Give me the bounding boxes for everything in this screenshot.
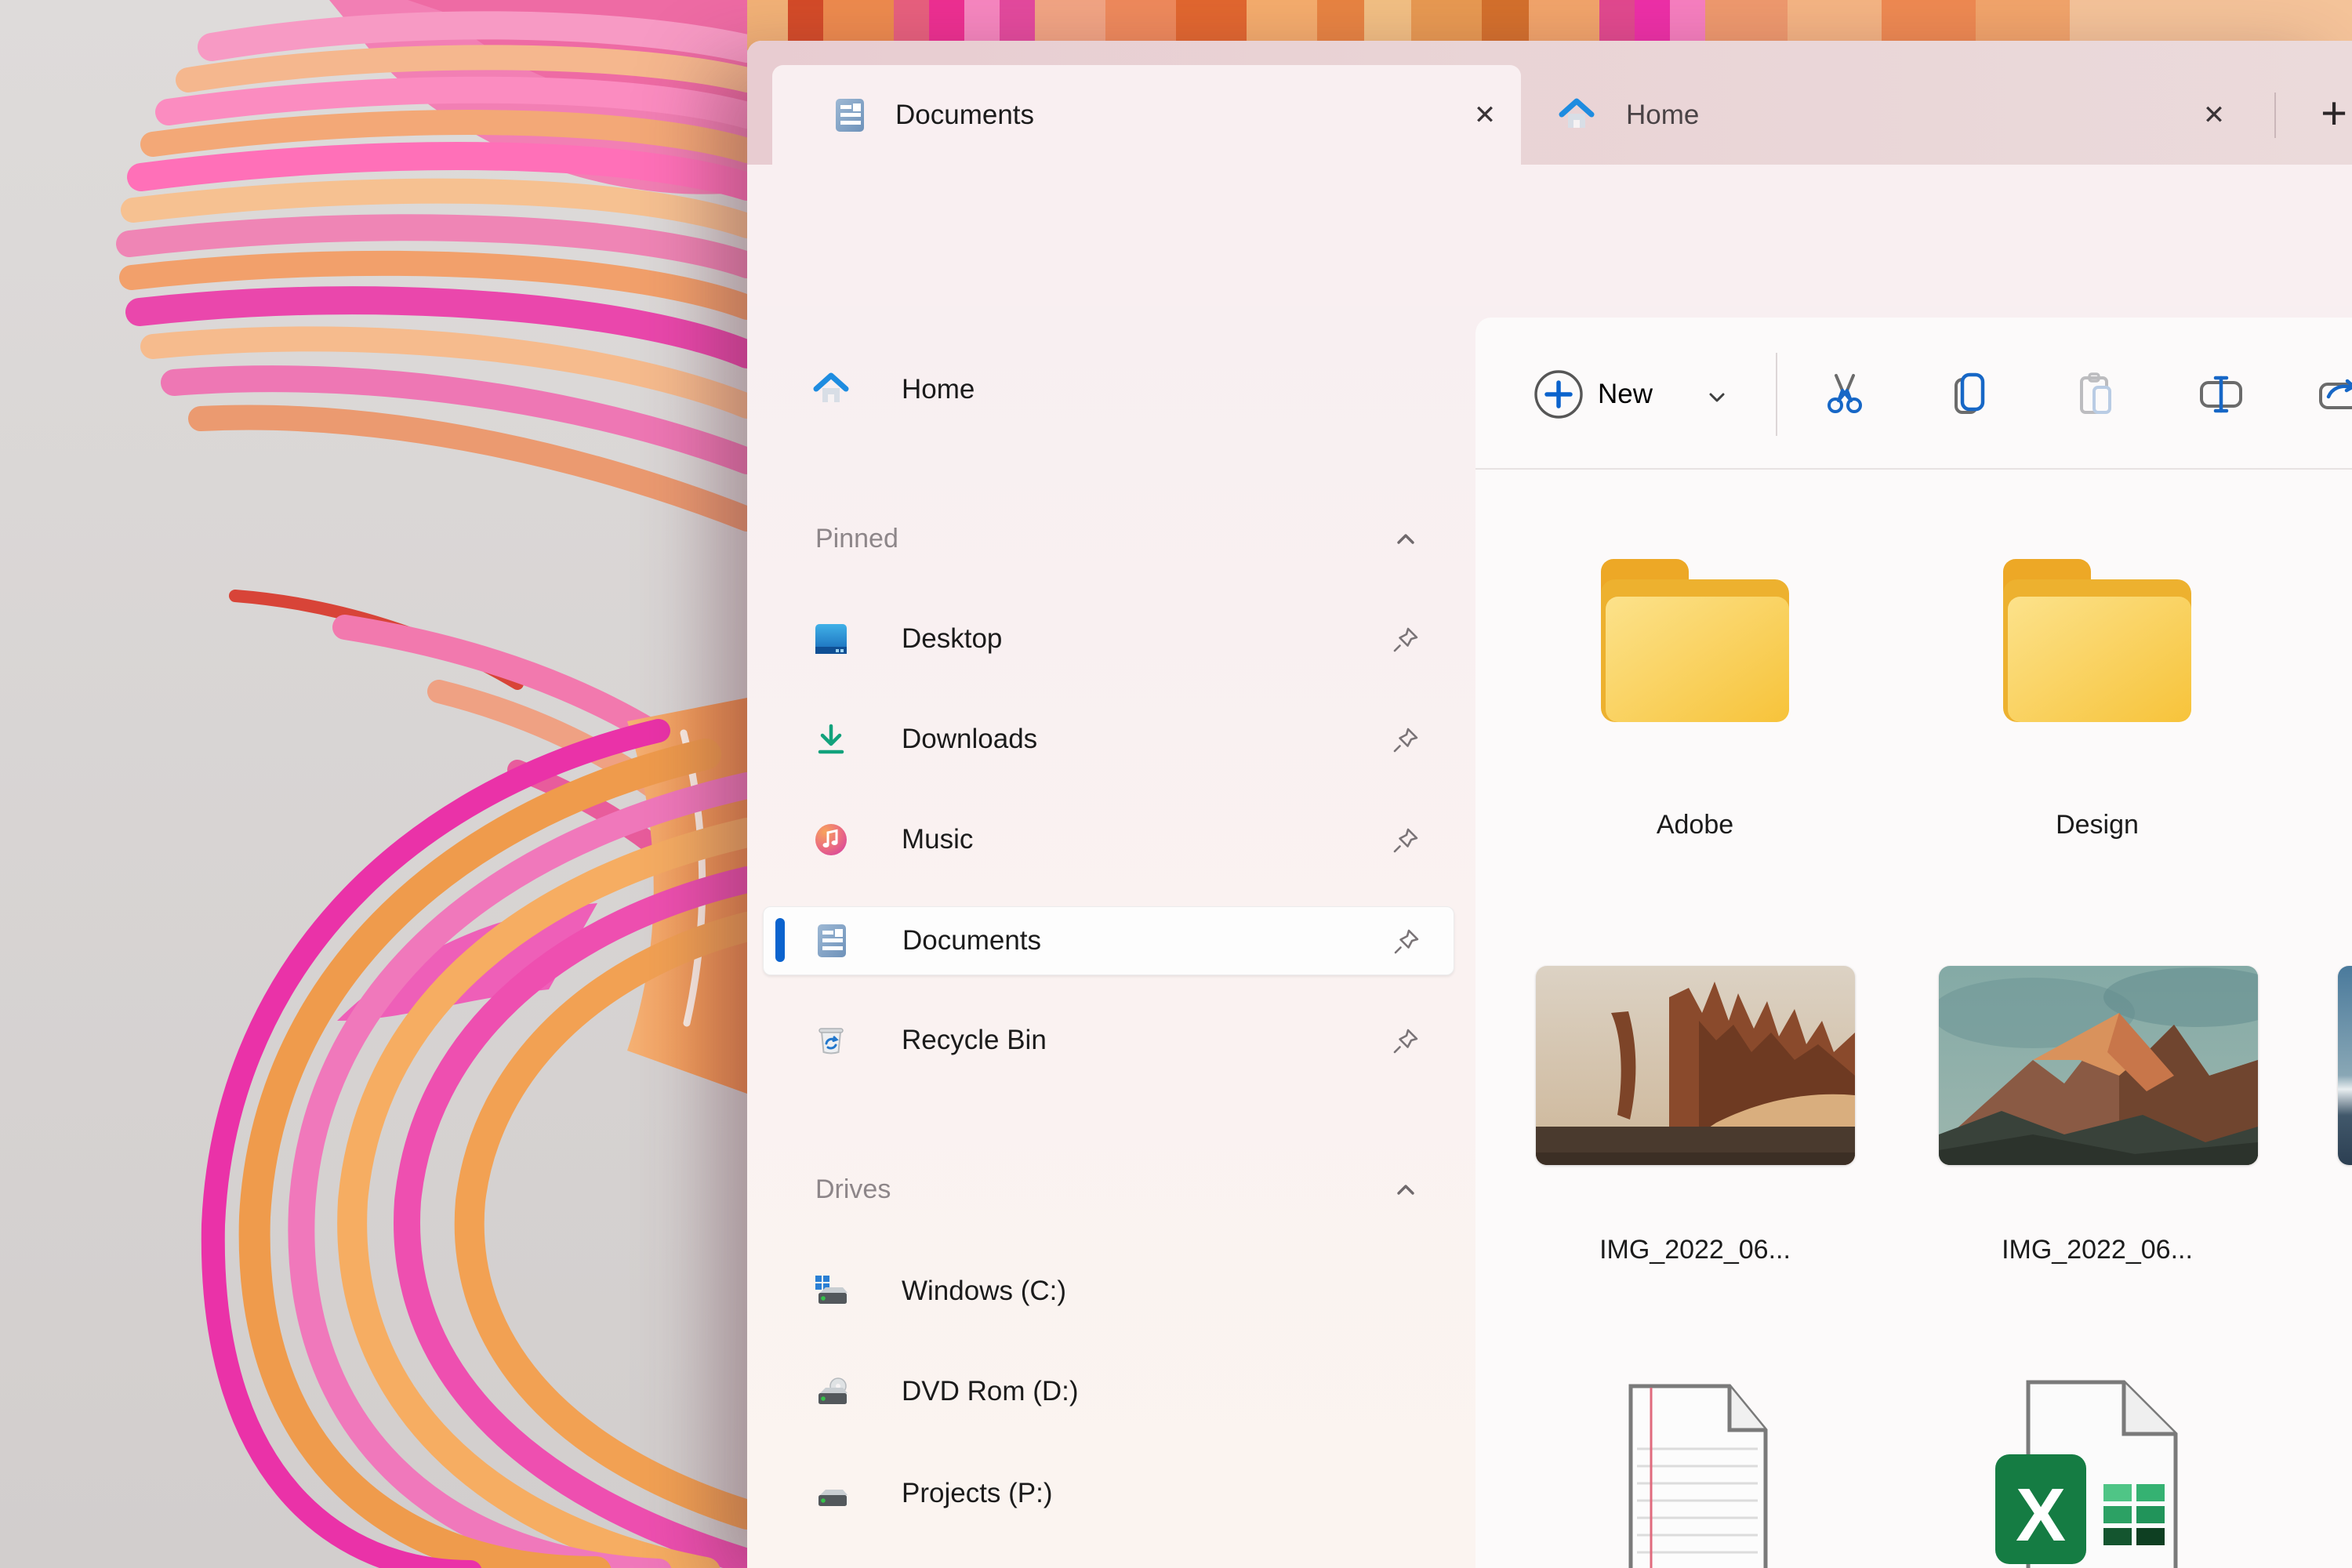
tab-close-button[interactable]: ✕ <box>1464 90 1506 140</box>
sidebar-item-dvd-d[interactable]: DVD Rom (D:) <box>763 1358 1453 1425</box>
section-header-drives[interactable]: Drives <box>763 1156 1453 1223</box>
chevron-down-icon <box>1704 385 1730 410</box>
drive-icon <box>813 1475 849 1512</box>
recycle-bin-icon <box>813 1022 849 1058</box>
tab-label: Home <box>1626 65 1699 165</box>
pin-icon <box>1391 625 1421 655</box>
new-button-label: New <box>1598 379 1653 410</box>
rename-button[interactable] <box>2195 368 2247 420</box>
wallpaper-art <box>0 0 747 1568</box>
sidebar-item-home[interactable]: Home <box>763 356 1453 423</box>
drive-windows-icon <box>813 1273 849 1309</box>
image-item-partial[interactable] <box>2338 966 2352 1165</box>
sidebar-item-projects-p[interactable]: Projects (P:) <box>763 1460 1453 1527</box>
sidebar-item-downloads[interactable]: Downloads <box>763 706 1453 773</box>
paste-icon <box>2071 368 2122 420</box>
desktop-icon <box>813 621 849 657</box>
share-icon <box>2314 368 2352 420</box>
new-button[interactable]: New <box>1526 358 1753 430</box>
collapse-section-button[interactable] <box>1391 1175 1421 1205</box>
pin-icon <box>1391 1026 1421 1056</box>
sidebar-item-label: Recycle Bin <box>902 1007 1047 1074</box>
documents-icon <box>814 923 850 959</box>
file-item-text-document[interactable] <box>1620 1380 1777 1568</box>
pin-icon <box>1391 725 1421 755</box>
file-item-excel-spreadsheet[interactable]: X <box>1989 1376 2193 1568</box>
sidebar-item-label: DVD Rom (D:) <box>902 1358 1079 1425</box>
tab-close-button[interactable]: ✕ <box>2193 90 2235 140</box>
pin-button[interactable] <box>1391 1026 1421 1056</box>
sidebar-item-documents-selected[interactable]: Documents <box>763 906 1454 975</box>
home-tab-icon <box>1558 96 1595 134</box>
navigation-bar: Documents <box>747 165 2352 306</box>
partial-photo-thumbnail <box>2338 966 2352 1165</box>
folder-icon <box>1593 553 1797 733</box>
sidebar-item-label: Music <box>902 806 973 873</box>
sidebar-item-label: Home <box>902 356 975 423</box>
section-title: Drives <box>815 1156 891 1223</box>
tab-label: Documents <box>895 65 1034 165</box>
sidebar-item-desktop[interactable]: Desktop <box>763 605 1453 673</box>
folder-item-adobe[interactable]: Adobe <box>1593 553 1797 866</box>
pin-icon <box>1391 826 1421 855</box>
section-header-pinned[interactable]: Pinned <box>763 505 1453 572</box>
sidebar-item-recycle-bin[interactable]: Recycle Bin <box>763 1007 1453 1074</box>
selection-accent-bar <box>775 918 785 962</box>
excel-file-icon: X <box>1989 1376 2193 1568</box>
new-tab-button[interactable]: + <box>2314 86 2352 141</box>
pin-button[interactable] <box>1391 826 1421 855</box>
folder-name: Design <box>1995 810 2199 840</box>
cut-icon <box>1819 368 1871 420</box>
tab-documents[interactable]: Documents ✕ <box>772 65 1521 165</box>
sidebar-item-label: Downloads <box>902 706 1037 773</box>
content-panel: New <box>1475 318 2352 1568</box>
cut-button[interactable] <box>1819 368 1871 420</box>
sidebar-item-label: Projects (P:) <box>902 1460 1053 1527</box>
document-tab-icon <box>833 97 867 133</box>
copy-icon <box>1945 368 1997 420</box>
rename-icon <box>2195 368 2247 420</box>
image-name: IMG_2022_06... <box>1956 1235 2238 1265</box>
toolbar-bottom-divider <box>1475 468 2352 470</box>
toolbar-divider <box>1776 353 1777 436</box>
image-item-mountain[interactable] <box>1939 966 2258 1165</box>
collapse-section-button[interactable] <box>1391 524 1421 554</box>
tab-home[interactable]: Home ✕ <box>1531 65 2252 165</box>
image-name: IMG_2022_06... <box>1554 1235 1836 1265</box>
desert-photo-thumbnail <box>1536 966 1855 1165</box>
downloads-icon <box>813 721 849 757</box>
pin-button[interactable] <box>1392 927 1421 956</box>
paste-button[interactable] <box>2071 368 2122 420</box>
chevron-up-icon <box>1391 524 1421 554</box>
new-plus-icon <box>1532 368 1585 421</box>
svg-text:X: X <box>2016 1473 2066 1557</box>
sidebar-item-label: Desktop <box>902 605 1002 673</box>
window-body: Home Pinned <box>747 306 2352 1568</box>
sidebar-item-label: Documents <box>902 907 1041 975</box>
chevron-up-icon <box>1391 1175 1421 1205</box>
mountain-photo-thumbnail <box>1939 966 2258 1165</box>
desktop: Documents ✕ Home ✕ + <box>0 0 2352 1568</box>
folder-item-design[interactable]: Design <box>1995 553 2199 866</box>
sidebar-item-label: Windows (C:) <box>902 1258 1066 1325</box>
folder-name: Adobe <box>1593 810 1797 840</box>
drive-dvd-icon <box>813 1374 849 1410</box>
sidebar-item-music[interactable]: Music <box>763 806 1453 873</box>
copy-button[interactable] <box>1945 368 1997 420</box>
share-button[interactable] <box>2314 368 2352 420</box>
file-explorer-window: Documents ✕ Home ✕ + <box>747 41 2352 1568</box>
pin-icon <box>1392 927 1421 956</box>
music-icon <box>813 822 849 858</box>
image-item-desert[interactable] <box>1536 966 1855 1165</box>
home-icon <box>813 372 849 408</box>
folder-icon <box>1995 553 2199 733</box>
pin-button[interactable] <box>1391 725 1421 755</box>
tab-bar: Documents ✕ Home ✕ + <box>747 41 2352 165</box>
section-title: Pinned <box>815 505 898 572</box>
pin-button[interactable] <box>1391 625 1421 655</box>
tab-bar-divider <box>2274 93 2276 138</box>
sidebar-item-windows-c[interactable]: Windows (C:) <box>763 1258 1453 1325</box>
text-document-icon <box>1620 1380 1777 1568</box>
